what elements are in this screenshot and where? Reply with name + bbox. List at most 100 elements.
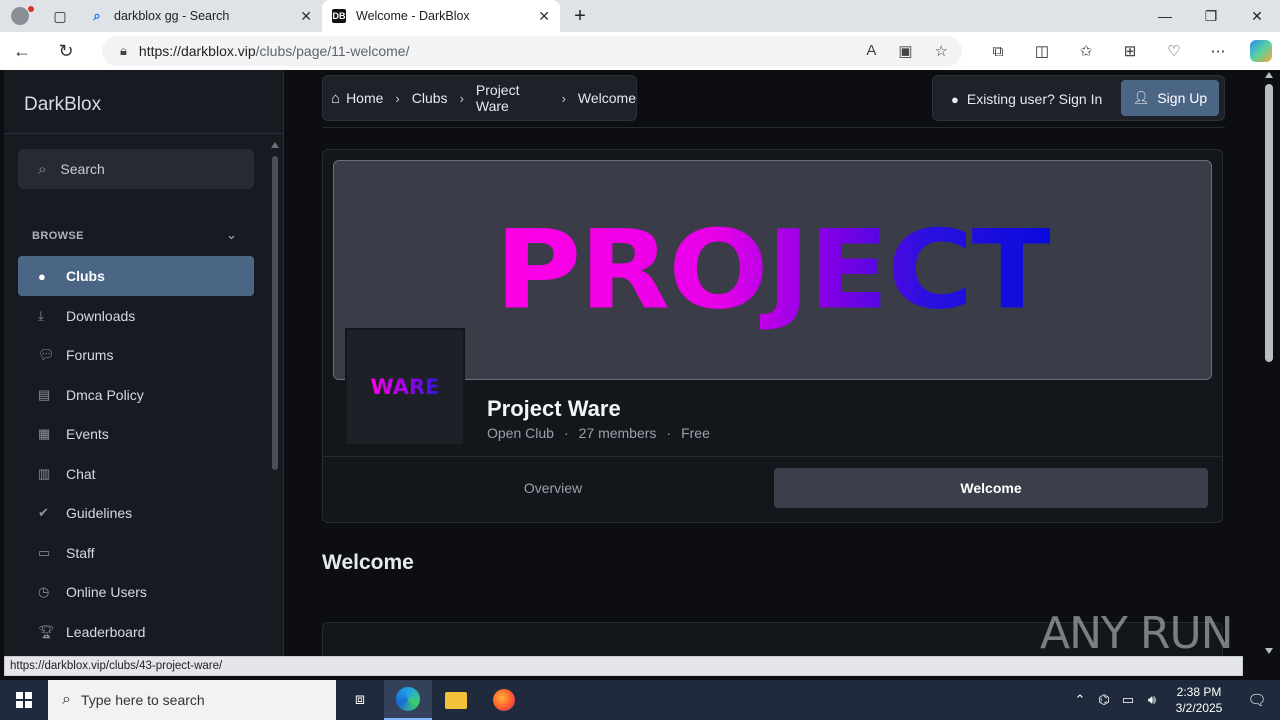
- split-screen-icon[interactable]: ◫: [1020, 42, 1064, 60]
- sidebar-item-label: Chat: [66, 465, 96, 482]
- club-header-card: PROJECT WARE Project Ware Open Club · 27 m…: [322, 149, 1223, 523]
- meet-now-icon[interactable]: ⌬: [1092, 692, 1116, 708]
- tab-welcome[interactable]: Welcome: [774, 468, 1208, 508]
- sidebar-item-guidelines[interactable]: ✔ Guidelines: [18, 494, 254, 534]
- sign-in-label: Existing user? Sign In: [966, 91, 1103, 107]
- web-page: DarkBlox ⌕ Search BROWSE ⌄ ● Clubs ⤓ Downl…: [4, 70, 1276, 656]
- sidebar-item-label: Dmca Policy: [66, 386, 144, 403]
- close-icon[interactable]: ✕: [538, 8, 550, 25]
- user-circle-icon: ●: [38, 268, 46, 284]
- darkblox-favicon: DB: [332, 9, 346, 23]
- clock-date: 3/2/2025: [1175, 701, 1223, 715]
- trophy-icon: 🏆︎: [38, 623, 55, 639]
- file-explorer-button[interactable]: [432, 680, 480, 720]
- browser-tab-bar: ▢ ⌕ darkblox gg - Search ✕ DB Welcome - …: [0, 0, 1280, 32]
- notifications-icon[interactable]: 🗨︎: [1234, 691, 1280, 709]
- edge-icon: [396, 687, 420, 711]
- minimize-icon[interactable]: —: [1142, 0, 1188, 32]
- tab-title: darkblox gg - Search: [114, 9, 230, 23]
- chevron-right-icon: ›: [561, 90, 566, 106]
- url-path: /clubs/page/11-welcome/: [255, 43, 410, 59]
- firefox-button[interactable]: [480, 680, 528, 720]
- immersive-reader-icon[interactable]: ▣: [898, 42, 912, 60]
- sidebar-item-label: Events: [66, 426, 109, 443]
- close-icon[interactable]: ✕: [300, 8, 312, 25]
- sidebar-search[interactable]: ⌕ Search: [18, 149, 254, 189]
- sidebar-item-chat[interactable]: ▥ Chat: [18, 454, 254, 494]
- tab-overview[interactable]: Overview: [333, 468, 773, 508]
- club-price: Free: [681, 425, 710, 441]
- breadcrumb-project-ware[interactable]: Project Ware: [476, 82, 550, 114]
- sidebar-item-dmca-policy[interactable]: ▤ Dmca Policy: [18, 375, 254, 415]
- tab-search[interactable]: ⌕ darkblox gg - Search ✕: [80, 0, 322, 32]
- sign-in-link[interactable]: ● Existing user? Sign In: [951, 76, 1102, 122]
- sign-up-button[interactable]: 👤︎ Sign Up: [1121, 80, 1219, 116]
- tab-actions-icon[interactable]: ▢: [40, 0, 80, 32]
- browser-essentials-icon[interactable]: ♡: [1152, 42, 1196, 60]
- tab-title: Welcome - DarkBlox: [356, 9, 470, 23]
- refresh-button[interactable]: ↻: [44, 32, 88, 70]
- status-bar-url: https://darkblox.vip/clubs/43-project-wa…: [4, 656, 1243, 676]
- read-aloud-icon[interactable]: A: [866, 42, 876, 60]
- network-icon[interactable]: ▭: [1116, 692, 1140, 708]
- sidebar-item-forums[interactable]: 💬︎ Forums: [18, 336, 254, 376]
- sidebar-item-downloads[interactable]: ⤓ Downloads: [18, 296, 254, 336]
- taskbar-search[interactable]: ⌕ Type here to search: [48, 680, 336, 720]
- favorites-icon[interactable]: ✩: [1064, 42, 1108, 60]
- club-members[interactable]: 27 members: [579, 425, 657, 441]
- sign-up-label: Sign Up: [1157, 90, 1208, 106]
- anyrun-watermark: ANY RUN: [1040, 608, 1234, 656]
- volume-icon[interactable]: 🔊︎: [1140, 692, 1164, 708]
- sidebar-item-label: Staff: [66, 544, 95, 561]
- sidebar-item-online-users[interactable]: ◷ Online Users: [18, 573, 254, 613]
- profile-avatar[interactable]: [0, 0, 40, 32]
- sidebar-item-events[interactable]: ▦ Events: [18, 415, 254, 455]
- url-field[interactable]: 🔒︎ https://darkblox.vip/clubs/page/11-we…: [102, 36, 962, 66]
- sidebar-item-label: Online Users: [66, 584, 147, 601]
- taskbar: ⌕ Type here to search ⧈ ⌃ ⌬ ▭ 🔊︎ 2:38 PM 3…: [0, 680, 1280, 720]
- favorite-star-icon[interactable]: ☆: [935, 42, 948, 60]
- divider: [4, 133, 284, 134]
- check-circle-icon: ✔: [38, 505, 49, 521]
- search-icon: ⌕: [38, 160, 47, 178]
- document-icon: ▤: [38, 386, 51, 402]
- sidebar-item-leaderboard[interactable]: 🏆︎ Leaderboard: [18, 612, 254, 652]
- page-title: Welcome: [322, 551, 414, 574]
- breadcrumb-welcome[interactable]: Welcome: [578, 90, 636, 106]
- search-placeholder: Search: [60, 161, 105, 177]
- search-icon: ⌕: [62, 691, 71, 708]
- close-window-icon[interactable]: ✕: [1234, 0, 1280, 32]
- sidebar-item-label: Downloads: [66, 307, 136, 324]
- tab-welcome[interactable]: DB Welcome - DarkBlox ✕: [322, 0, 560, 32]
- sidebar-item-clubs[interactable]: ● Clubs: [18, 256, 254, 296]
- breadcrumb: ⌂ Home › Clubs › Project Ware › Welcome: [322, 75, 637, 121]
- copilot-icon[interactable]: [1250, 40, 1272, 62]
- lock-icon[interactable]: 🔒︎: [120, 43, 127, 59]
- sidebar-item-label: Guidelines: [66, 505, 133, 522]
- chevron-right-icon: ›: [395, 90, 400, 106]
- new-tab-button[interactable]: +: [564, 0, 596, 32]
- collections-icon[interactable]: ⊞: [1108, 42, 1152, 60]
- edge-taskbar-button[interactable]: [384, 680, 432, 720]
- sidebar-item-label: Forums: [66, 347, 114, 364]
- site-logo[interactable]: DarkBlox: [24, 94, 101, 116]
- sidebar-scrollbar[interactable]: [270, 142, 280, 642]
- breadcrumb-clubs[interactable]: Clubs: [412, 90, 448, 106]
- back-button[interactable]: ←: [0, 32, 44, 70]
- chevron-down-icon[interactable]: ⌄: [226, 227, 237, 243]
- start-button[interactable]: [0, 680, 48, 720]
- chat-file-icon: ▥: [38, 465, 51, 481]
- chevron-up-icon[interactable]: ⌃: [1068, 692, 1092, 708]
- breadcrumb-home[interactable]: Home: [346, 90, 383, 106]
- extensions-icon[interactable]: ⧉: [976, 43, 1020, 60]
- address-bar-row: ← ↻ 🔒︎ https://darkblox.vip/clubs/page/1…: [0, 32, 1280, 70]
- sidebar-item-staff[interactable]: ▭ Staff: [18, 533, 254, 573]
- club-avatar[interactable]: WARE: [345, 328, 465, 446]
- task-view-icon[interactable]: ⧈: [336, 680, 384, 720]
- chevron-right-icon: ›: [459, 90, 464, 106]
- system-tray: ⌃ ⌬ ▭ 🔊︎ 2:38 PM 3/2/2025 🗨︎: [1068, 680, 1280, 720]
- clock[interactable]: 2:38 PM 3/2/2025: [1164, 684, 1234, 716]
- page-scrollbar[interactable]: [1262, 70, 1276, 656]
- more-menu-icon[interactable]: ⋯: [1196, 42, 1240, 60]
- restore-icon[interactable]: ❐: [1188, 0, 1234, 32]
